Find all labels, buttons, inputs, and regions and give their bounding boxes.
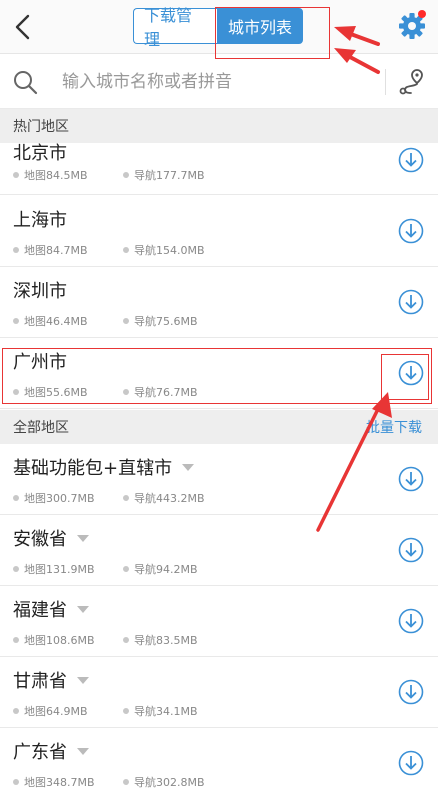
list-item-city[interactable]: 上海市 地图84.7MB 导航154.0MB [0,196,438,267]
list-item-city[interactable]: 深圳市 地图46.4MB 导航75.6MB [0,267,438,338]
section-header-hot: 热门地区 [0,109,438,143]
section-title: 热门地区 [13,119,69,135]
nav-size: 导航34.1MB [123,703,198,719]
map-size: 地图300.7MB [13,490,95,506]
batch-download-link[interactable]: 批量下载 [366,417,422,437]
bullet [13,247,19,253]
city-name: 北京市 [13,143,67,164]
expand-caret-icon[interactable] [77,676,89,684]
nav-size: 导航302.8MB [123,774,205,790]
list-item-city[interactable]: 北京市 地图84.5MB 导航177.7MB [0,143,438,195]
expand-caret-icon[interactable] [77,605,89,613]
annotation-box-tab [215,7,330,59]
download-icon[interactable] [398,218,424,244]
bullet [123,637,129,643]
download-icon[interactable] [398,679,424,705]
download-icon[interactable] [398,147,424,173]
nav-size: 导航94.2MB [123,561,198,577]
bullet [13,172,19,178]
search-input[interactable] [62,69,362,95]
nav-size: 导航177.7MB [123,167,205,183]
nav-size: 导航75.6MB [123,313,198,329]
bullet [123,566,129,572]
bullet [123,318,129,324]
region-name: 基础功能包+直辖市 [13,454,195,480]
map-size: 地图108.6MB [13,632,95,648]
route-icon[interactable] [398,67,426,97]
map-size: 地图64.9MB [13,703,88,719]
bullet [13,566,19,572]
region-name: 广东省 [13,738,89,764]
chevron-left-icon [15,14,30,40]
bullet [13,318,19,324]
bullet [13,779,19,785]
section-header-all: 全部地区 批量下载 [0,410,438,444]
download-icon[interactable] [398,466,424,492]
annotation-box-download [381,354,429,400]
notification-dot [418,10,426,18]
list-item-region[interactable]: 甘肃省 地图64.9MB 导航34.1MB [0,657,438,728]
download-icon[interactable] [398,289,424,315]
bullet [13,708,19,714]
tab-download-manager[interactable]: 下载管理 [133,6,217,49]
city-name: 上海市 [13,210,67,231]
list-item-region[interactable]: 基础功能包+直辖市 地图300.7MB 导航443.2MB [0,444,438,515]
list-item-region[interactable]: 福建省 地图108.6MB 导航83.5MB [0,586,438,657]
list-item-region[interactable]: 安徽省 地图131.9MB 导航94.2MB [0,515,438,586]
section-title: 全部地区 [13,420,69,436]
download-icon[interactable] [398,608,424,634]
map-size: 地图348.7MB [13,774,95,790]
bullet [13,637,19,643]
bullet [13,495,19,501]
expand-caret-icon[interactable] [182,463,195,471]
region-name: 甘肃省 [13,667,89,693]
map-size: 地图131.9MB [13,561,95,577]
back-button[interactable] [8,10,38,44]
search-icon [14,71,38,95]
bullet [123,708,129,714]
bullet [123,779,129,785]
download-icon[interactable] [398,537,424,563]
search-bar [0,55,438,109]
region-name: 福建省 [13,596,89,622]
bullet [123,172,129,178]
map-size: 地图84.7MB [13,242,88,258]
nav-size: 导航154.0MB [123,242,205,258]
nav-size: 导航443.2MB [123,490,205,506]
download-icon[interactable] [398,750,424,776]
map-size: 地图84.5MB [13,167,88,183]
annotation-box-row [2,348,432,404]
list-item-region[interactable]: 广东省 地图348.7MB 导航302.8MB [0,728,438,799]
city-name: 深圳市 [13,281,67,302]
bullet [123,495,129,501]
expand-caret-icon[interactable] [77,534,89,542]
divider [385,69,386,95]
nav-size: 导航83.5MB [123,632,198,648]
map-size: 地图46.4MB [13,313,88,329]
expand-caret-icon[interactable] [77,747,89,755]
bullet [123,247,129,253]
region-name: 安徽省 [13,525,89,551]
